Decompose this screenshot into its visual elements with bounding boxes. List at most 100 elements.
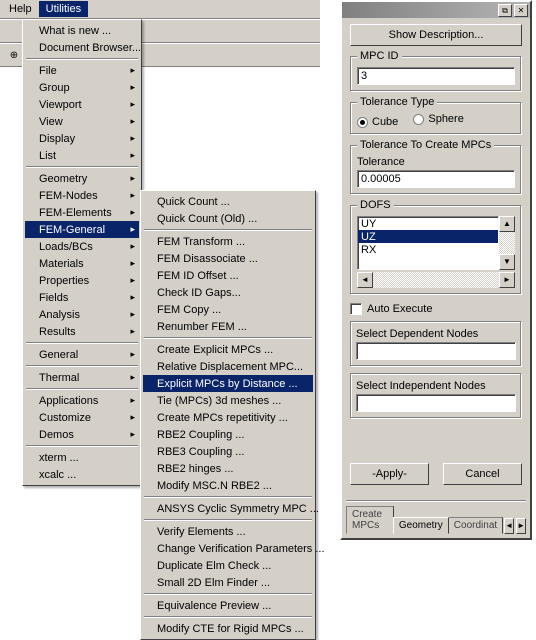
- radio-sphere[interactable]: Sphere: [413, 113, 463, 125]
- mi-demos[interactable]: Demos: [25, 426, 139, 443]
- menu-separator: [144, 519, 312, 521]
- mi-modify-mscn-rbe2[interactable]: Modify MSC.N RBE2 ...: [143, 477, 313, 494]
- mi-fem-transform[interactable]: FEM Transform ...: [143, 233, 313, 250]
- toolbar-btn[interactable]: [4, 21, 24, 41]
- mi-group[interactable]: Group: [25, 79, 139, 96]
- select-independent-label: Select Independent Nodes: [356, 380, 516, 392]
- mi-change-verification-params[interactable]: Change Verification Parameters ...: [143, 540, 313, 557]
- mi-modify-cte-rigid-mpcs[interactable]: Modify CTE for Rigid MPCs ...: [143, 620, 313, 637]
- auto-execute-checkbox[interactable]: Auto Execute: [350, 303, 522, 315]
- scroll-right-icon[interactable]: ►: [499, 272, 515, 288]
- mi-quick-count-old[interactable]: Quick Count (Old) ...: [143, 210, 313, 227]
- dofs-item-uy[interactable]: UY: [358, 217, 498, 230]
- mi-fem-copy[interactable]: FEM Copy ...: [143, 301, 313, 318]
- menubar: Help Utilities: [0, 0, 320, 19]
- hscroll-track[interactable]: [373, 272, 499, 288]
- mi-document-browser[interactable]: Document Browser...: [25, 39, 139, 56]
- mi-thermal[interactable]: Thermal: [25, 369, 139, 386]
- mi-duplicate-elm-check[interactable]: Duplicate Elm Check ...: [143, 557, 313, 574]
- mi-verify-elements[interactable]: Verify Elements ...: [143, 523, 313, 540]
- mi-check-id-gaps[interactable]: Check ID Gaps...: [143, 284, 313, 301]
- mi-small-2d-elm-finder[interactable]: Small 2D Elm Finder ...: [143, 574, 313, 591]
- mi-fields[interactable]: Fields: [25, 289, 139, 306]
- menu-utilities[interactable]: Utilities: [39, 1, 88, 17]
- mi-rbe2-hinges[interactable]: RBE2 hinges ...: [143, 460, 313, 477]
- mi-renumber-fem[interactable]: Renumber FEM ...: [143, 318, 313, 335]
- dofs-scrollbar[interactable]: ▲ ▼: [499, 216, 515, 270]
- mi-equivalence-preview[interactable]: Equivalence Preview ...: [143, 597, 313, 614]
- radio-sphere-label: Sphere: [428, 113, 463, 125]
- mi-geometry[interactable]: Geometry: [25, 170, 139, 187]
- dialog-titlebar: ⧉ ✕: [342, 2, 530, 18]
- mi-rbe2-coupling[interactable]: RBE2 Coupling ...: [143, 426, 313, 443]
- mi-fem-general[interactable]: FEM-General: [25, 221, 139, 238]
- mi-create-explicit-mpcs[interactable]: Create Explicit MPCs ...: [143, 341, 313, 358]
- mi-properties[interactable]: Properties: [25, 272, 139, 289]
- mpc-id-field[interactable]: [357, 67, 515, 85]
- mi-whats-new[interactable]: What is new ...: [25, 22, 139, 39]
- toolbar-btn[interactable]: ⊕: [4, 45, 24, 65]
- dofs-item-uz[interactable]: UZ: [358, 230, 498, 243]
- dofs-listbox[interactable]: UY UZ RX ▲ ▼: [357, 216, 515, 270]
- mi-viewport[interactable]: Viewport: [25, 96, 139, 113]
- menu-help[interactable]: Help: [2, 1, 39, 17]
- dofs-item-rx[interactable]: RX: [358, 243, 498, 256]
- mi-fem-elements[interactable]: FEM-Elements: [25, 204, 139, 221]
- mi-rbe3-coupling[interactable]: RBE3 Coupling ...: [143, 443, 313, 460]
- menu-separator: [144, 616, 312, 618]
- divider: [346, 500, 526, 502]
- mi-applications[interactable]: Applications: [25, 392, 139, 409]
- menu-separator: [26, 445, 138, 447]
- mi-display[interactable]: Display: [25, 130, 139, 147]
- tab-coordinat[interactable]: Coordinat: [448, 517, 503, 534]
- mi-xcalc[interactable]: xcalc ...: [25, 466, 139, 483]
- tab-geometry[interactable]: Geometry: [393, 517, 449, 534]
- mi-fem-nodes[interactable]: FEM-Nodes: [25, 187, 139, 204]
- mi-explicit-mpcs-by-distance[interactable]: Explicit MPCs by Distance ...: [143, 375, 313, 392]
- dofs-group: DOFS UY UZ RX ▲ ▼ ◄ ►: [350, 205, 522, 295]
- mi-view[interactable]: View: [25, 113, 139, 130]
- mi-customize[interactable]: Customize: [25, 409, 139, 426]
- tolerance-label: Tolerance: [357, 156, 515, 168]
- mi-file[interactable]: File: [25, 62, 139, 79]
- close-button[interactable]: ✕: [514, 4, 528, 17]
- mi-fem-disassociate[interactable]: FEM Disassociate ...: [143, 250, 313, 267]
- scroll-down-icon[interactable]: ▼: [499, 254, 515, 270]
- menu-separator: [26, 166, 138, 168]
- mi-relative-displacement-mpc[interactable]: Relative Displacement MPC...: [143, 358, 313, 375]
- mi-materials[interactable]: Materials: [25, 255, 139, 272]
- utilities-menu: What is new ... Document Browser... File…: [22, 19, 142, 486]
- mi-fem-id-offset[interactable]: FEM ID Offset ...: [143, 267, 313, 284]
- mi-loads-bcs[interactable]: Loads/BCs: [25, 238, 139, 255]
- scroll-up-icon[interactable]: ▲: [499, 216, 515, 232]
- show-description-button[interactable]: Show Description...: [350, 24, 522, 46]
- scroll-track[interactable]: [499, 232, 515, 254]
- mi-create-mpcs-repetitivity[interactable]: Create MPCs repetitivity ...: [143, 409, 313, 426]
- tab-create-mpcs[interactable]: Create MPCs: [346, 506, 394, 534]
- select-dependent-field[interactable]: [356, 342, 516, 360]
- apply-button[interactable]: -Apply-: [350, 463, 429, 485]
- tolerance-type-label: Tolerance Type: [357, 96, 437, 108]
- mi-list[interactable]: List: [25, 147, 139, 164]
- mi-quick-count[interactable]: Quick Count ...: [143, 193, 313, 210]
- tabs-scroll-right-icon[interactable]: ►: [516, 518, 526, 534]
- mi-tie-mpcs-3d[interactable]: Tie (MPCs) 3d meshes ...: [143, 392, 313, 409]
- dofs-label: DOFS: [357, 199, 394, 211]
- mi-analysis[interactable]: Analysis: [25, 306, 139, 323]
- fem-general-submenu: Quick Count ... Quick Count (Old) ... FE…: [140, 190, 316, 640]
- mi-general[interactable]: General: [25, 346, 139, 363]
- radio-cube[interactable]: Cube: [357, 116, 398, 128]
- scroll-left-icon[interactable]: ◄: [357, 272, 373, 288]
- create-mpcs-dialog: ⧉ ✕ Show Description... MPC ID Tolerance…: [340, 0, 532, 540]
- undock-button[interactable]: ⧉: [498, 4, 512, 17]
- tolerance-field[interactable]: [357, 170, 515, 188]
- mi-results[interactable]: Results: [25, 323, 139, 340]
- checkbox-box-icon: [350, 303, 362, 315]
- cancel-button[interactable]: Cancel: [443, 463, 522, 485]
- mi-xterm[interactable]: xterm ...: [25, 449, 139, 466]
- menu-separator: [144, 593, 312, 595]
- tabs-scroll-left-icon[interactable]: ◄: [504, 518, 514, 534]
- mi-ansys-cyclic-symmetry[interactable]: ANSYS Cyclic Symmetry MPC ...: [143, 500, 313, 517]
- select-independent-field[interactable]: [356, 394, 516, 412]
- radio-bullet-icon: [357, 117, 368, 128]
